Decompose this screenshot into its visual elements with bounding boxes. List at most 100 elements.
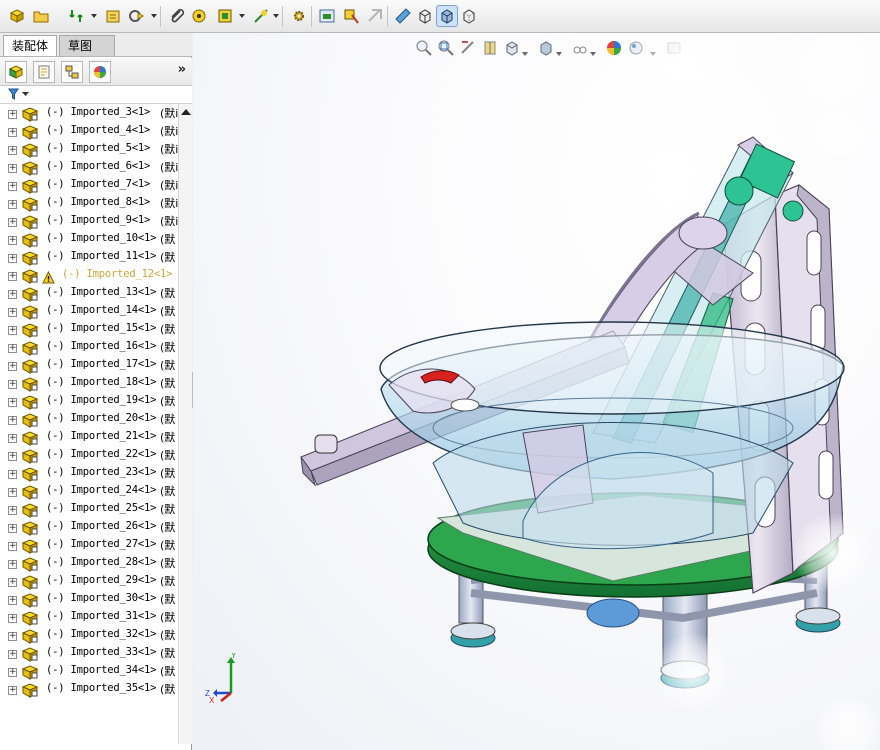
tree-item[interactable]: + (-) Imported_7<1> (默i: [0, 177, 178, 195]
tab-assembly[interactable]: 装配体: [3, 35, 57, 56]
expand-plus-icon[interactable]: +: [8, 326, 17, 335]
tree-item[interactable]: + (-) Imported_27<1> (默: [0, 537, 178, 555]
expand-plus-icon[interactable]: +: [8, 182, 17, 191]
expand-plus-icon[interactable]: +: [8, 416, 17, 425]
tree-item[interactable]: + (-) Imported_18<1> (默: [0, 375, 178, 393]
expand-plus-icon[interactable]: +: [8, 236, 17, 245]
tree-item[interactable]: + (-) Imported_33<1> (默: [0, 645, 178, 663]
tree-item[interactable]: + (-) Imported_32<1> (默: [0, 627, 178, 645]
chevron-down-icon[interactable]: [272, 12, 280, 20]
expand-plus-icon[interactable]: +: [8, 344, 17, 353]
tree-item[interactable]: + (-) Imported_15<1> (默: [0, 321, 178, 339]
expand-plus-icon[interactable]: +: [8, 398, 17, 407]
tree-item[interactable]: + (-) Imported_34<1> (默: [0, 663, 178, 681]
expand-plus-icon[interactable]: +: [8, 596, 17, 605]
expand-plus-icon[interactable]: +: [8, 290, 17, 299]
scroll-up-arrow-icon[interactable]: [181, 109, 191, 115]
exploded-view-icon[interactable]: [316, 5, 338, 27]
tree-item[interactable]: + (-) Imported_24<1> (默: [0, 483, 178, 501]
tree-item[interactable]: + (-) Imported_8<1> (默i: [0, 195, 178, 213]
open-folder-icon[interactable]: [30, 5, 52, 27]
expand-plus-icon[interactable]: +: [8, 110, 17, 119]
tree-item[interactable]: + (-) Imported_17<1> (默: [0, 357, 178, 375]
expand-plus-icon[interactable]: +: [8, 506, 17, 515]
expand-plus-icon[interactable]: +: [8, 380, 17, 389]
move-component-icon[interactable]: [214, 5, 236, 27]
tree-item[interactable]: + (-) Imported_30<1> (默: [0, 591, 178, 609]
tree-item[interactable]: + (-) Imported_10<1> (默: [0, 231, 178, 249]
expand-plus-icon[interactable]: +: [8, 560, 17, 569]
expand-plus-icon[interactable]: +: [8, 650, 17, 659]
gear-icon[interactable]: [288, 5, 310, 27]
display-manager-icon[interactable]: [89, 61, 111, 83]
paperclip-icon[interactable]: [166, 5, 188, 27]
expand-plus-icon[interactable]: +: [8, 308, 17, 317]
expand-plus-icon[interactable]: +: [8, 668, 17, 677]
expand-plus-icon[interactable]: +: [8, 254, 17, 263]
expand-plus-icon[interactable]: +: [8, 542, 17, 551]
expand-plus-icon[interactable]: +: [8, 146, 17, 155]
tree-item[interactable]: + (-) Imported_4<1> (默i: [0, 123, 178, 141]
tree-item[interactable]: + (-) Imported_21<1> (默: [0, 429, 178, 447]
tree-item[interactable]: + (-) Imported_25<1> (默: [0, 501, 178, 519]
feature-manager-icon[interactable]: [5, 61, 27, 83]
filter-icon[interactable]: [8, 88, 19, 100]
tree-item[interactable]: + (-) Imported_16<1> (默: [0, 339, 178, 357]
configuration-manager-icon[interactable]: [61, 61, 83, 83]
expand-plus-icon[interactable]: +: [8, 164, 17, 173]
tree-item[interactable]: + (-) Imported_19<1> (默: [0, 393, 178, 411]
mate-icon[interactable]: [126, 5, 148, 27]
expand-plus-icon[interactable]: +: [8, 272, 17, 281]
tree-item[interactable]: + (-) Imported_20<1> (默: [0, 411, 178, 429]
tree-item[interactable]: + (-) Imported_9<1> (默i: [0, 213, 178, 231]
tree-item[interactable]: + (-) Imported_26<1> (默: [0, 519, 178, 537]
hidden-lines-cube-icon[interactable]: [458, 5, 480, 27]
chevron-down-icon[interactable]: [150, 12, 158, 20]
expand-plus-icon[interactable]: +: [8, 686, 17, 695]
property-manager-icon[interactable]: [33, 61, 55, 83]
expand-plus-icon[interactable]: +: [8, 578, 17, 587]
measure-icon[interactable]: [392, 5, 414, 27]
expand-plus-icon[interactable]: +: [8, 218, 17, 227]
chevron-down-icon[interactable]: [238, 12, 246, 20]
assembly-model[interactable]: [193, 33, 880, 750]
tree-item[interactable]: + (-) Imported_6<1> (默i: [0, 159, 178, 177]
reference-triad: Y Z X: [205, 651, 245, 705]
tree-item[interactable]: + (-) Imported_31<1> (默: [0, 609, 178, 627]
tree-item[interactable]: + (-) Imported_29<1> (默: [0, 573, 178, 591]
tree-item[interactable]: + (-) Imported_5<1> (默i: [0, 141, 178, 159]
graphics-viewport[interactable]: Y Z X: [193, 33, 880, 750]
tree-item[interactable]: + (-) Imported_14<1> (默: [0, 303, 178, 321]
new-document-icon[interactable]: [6, 5, 28, 27]
tree-item[interactable]: + (-) Imported_22<1> (默: [0, 447, 178, 465]
expand-plus-icon[interactable]: +: [8, 614, 17, 623]
chevron-down-icon[interactable]: [22, 92, 29, 97]
expand-plus-icon[interactable]: +: [8, 632, 17, 641]
explode-line-icon[interactable]: [250, 5, 272, 27]
shaded-edges-cube-icon[interactable]: [436, 5, 458, 27]
expand-panel-button[interactable]: »: [178, 62, 186, 77]
chevron-down-icon[interactable]: [90, 12, 98, 20]
tree-scrollbar[interactable]: [178, 104, 192, 744]
expand-plus-icon[interactable]: +: [8, 362, 17, 371]
tree-item[interactable]: + (-) Imported_11<1> (默: [0, 249, 178, 267]
expand-plus-icon[interactable]: +: [8, 470, 17, 479]
tree-item[interactable]: + (-) Imported_12<1>: [0, 267, 178, 285]
smart-fasteners-icon[interactable]: [188, 5, 210, 27]
expand-plus-icon[interactable]: +: [8, 524, 17, 533]
expand-plus-icon[interactable]: +: [8, 200, 17, 209]
tree-item[interactable]: + (-) Imported_13<1> (默: [0, 285, 178, 303]
rebuild-icon[interactable]: [66, 5, 88, 27]
expand-plus-icon[interactable]: +: [8, 434, 17, 443]
tree-item[interactable]: + (-) Imported_3<1> (默i: [0, 105, 178, 123]
expand-plus-icon[interactable]: +: [8, 488, 17, 497]
tree-item[interactable]: + (-) Imported_23<1> (默: [0, 465, 178, 483]
expand-plus-icon[interactable]: +: [8, 452, 17, 461]
tree-item[interactable]: + (-) Imported_28<1> (默: [0, 555, 178, 573]
tab-sketch[interactable]: 草图: [59, 35, 115, 56]
insert-component-icon[interactable]: [102, 5, 124, 27]
wireframe-cube-icon[interactable]: [414, 5, 436, 27]
interference-detection-icon[interactable]: [340, 5, 362, 27]
expand-plus-icon[interactable]: +: [8, 128, 17, 137]
tree-item[interactable]: + (-) Imported_35<1> (默: [0, 681, 178, 699]
